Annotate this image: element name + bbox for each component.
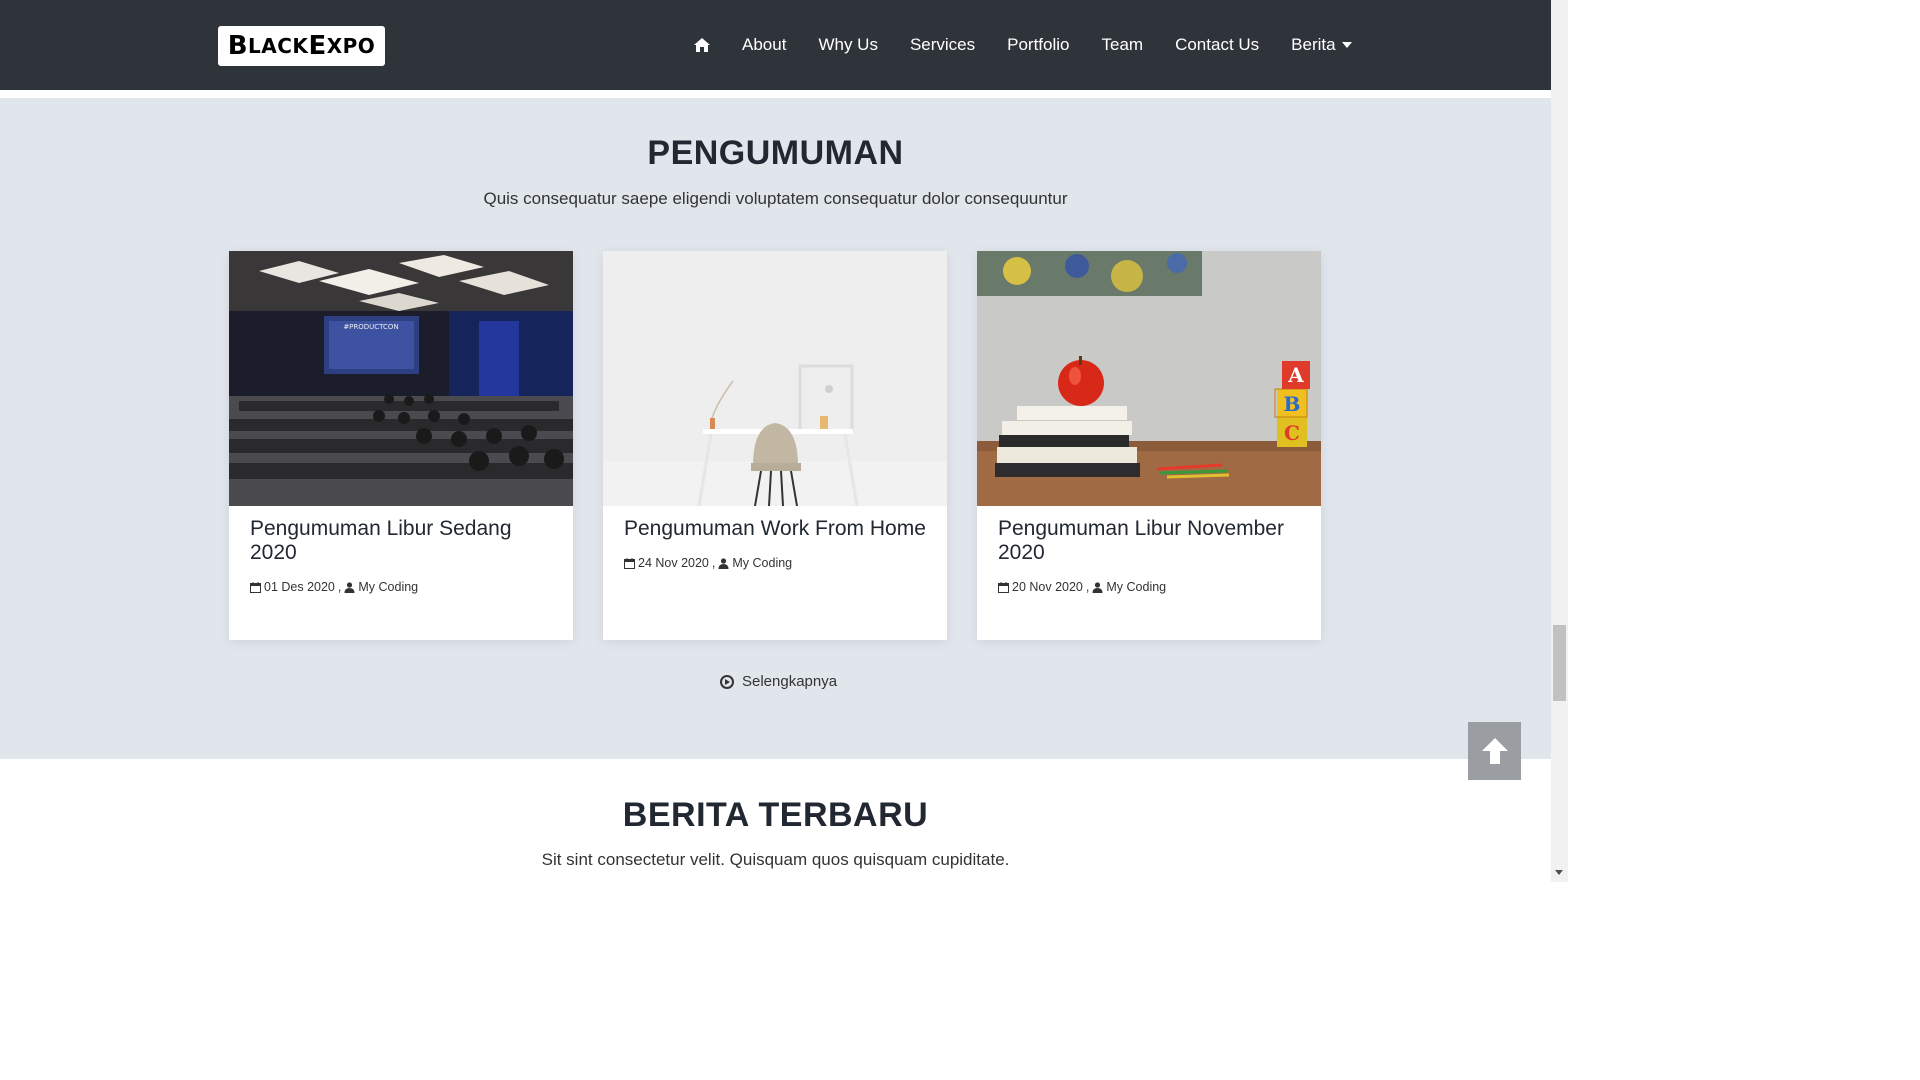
announcement-meta: 20 Nov 2020 , My Coding — [998, 580, 1166, 594]
nav-home[interactable] — [694, 38, 726, 52]
calendar-icon — [998, 581, 1009, 593]
home-icon — [694, 38, 710, 52]
nav-berita-dropdown[interactable]: Berita — [1275, 35, 1367, 55]
page-scrollbar[interactable] — [1551, 0, 1568, 882]
see-more-label: Selengkapnya — [742, 673, 838, 690]
apple-books-abc-blocks-photo[interactable]: B C A — [977, 251, 1321, 506]
announcement-title[interactable]: Pengumuman Work From Home — [624, 517, 934, 541]
conference-hall-photo[interactable]: #PRODUCTCON — [229, 251, 573, 506]
announcement-title[interactable]: Pengumuman Libur November 2020 — [998, 517, 1308, 565]
brand-logo[interactable]: B LACK E XPO — [218, 26, 385, 66]
arrow-circle-right-icon — [720, 674, 734, 689]
top-navbar: B LACK E XPO About Why Us Services Portfoli… — [0, 0, 1551, 90]
svg-text:#PRODUCTCON: #PRODUCTCON — [343, 323, 398, 331]
scrollbar-thumb[interactable] — [1553, 625, 1566, 701]
nav-portfolio[interactable]: Portfolio — [991, 35, 1085, 55]
navbar-divider — [0, 90, 1551, 98]
arrow-up-icon — [1481, 738, 1508, 764]
announcement-card[interactable]: B C A Pengumuman Libur November 2020 20 … — [977, 251, 1321, 640]
meta-separator: , — [1085, 580, 1090, 594]
nav-team[interactable]: Team — [1086, 35, 1160, 55]
svg-text:A: A — [1287, 363, 1304, 387]
user-icon — [1092, 581, 1103, 593]
nav-berita-label: Berita — [1291, 35, 1336, 54]
nav-contact-us[interactable]: Contact Us — [1159, 35, 1275, 55]
announcements-title: PENGUMUMAN — [647, 134, 904, 172]
main-menu: About Why Us Services Portfolio Team Con… — [694, 0, 1368, 90]
user-icon — [344, 581, 355, 593]
user-icon — [718, 557, 729, 569]
svg-text:C: C — [1284, 421, 1300, 445]
scroll-down-icon[interactable] — [1555, 870, 1563, 875]
announcement-meta: 01 Des 2020 , My Coding — [250, 580, 418, 594]
nav-why-us[interactable]: Why Us — [802, 35, 894, 55]
announcement-author: My Coding — [358, 580, 419, 594]
nav-services[interactable]: Services — [894, 35, 991, 55]
nav-about[interactable]: About — [726, 35, 802, 55]
announcement-date: 24 Nov 2020 — [638, 556, 709, 570]
caret-down-icon — [1341, 42, 1352, 48]
calendar-icon — [250, 581, 261, 593]
news-title: BERITA TERBARU — [622, 796, 929, 834]
announcements-subtitle: Quis consequatur saepe eligendi voluptat… — [483, 189, 1068, 208]
announcement-card[interactable]: Pengumuman Work From Home 24 Nov 2020 , … — [603, 251, 947, 640]
announcement-title[interactable]: Pengumuman Libur Sedang 2020 — [250, 517, 560, 565]
news-subtitle: Sit sint consectetur velit. Quisquam quo… — [541, 850, 1010, 869]
meta-separator: , — [337, 580, 342, 594]
see-more-link[interactable]: Selengkapnya — [720, 673, 837, 690]
announcement-date: 20 Nov 2020 — [1012, 580, 1083, 594]
announcement-author: My Coding — [732, 556, 793, 570]
announcement-date: 01 Des 2020 — [264, 580, 335, 594]
minimal-desk-chair-photo[interactable] — [603, 251, 947, 506]
announcement-author: My Coding — [1106, 580, 1167, 594]
calendar-icon — [624, 557, 635, 569]
announcement-card[interactable]: #PRODUCTCON Pengumuman Libur Sedang 2020… — [229, 251, 573, 640]
meta-separator: , — [711, 556, 716, 570]
back-to-top-button[interactable] — [1468, 722, 1521, 780]
announcement-meta: 24 Nov 2020 , My Coding — [624, 556, 792, 570]
